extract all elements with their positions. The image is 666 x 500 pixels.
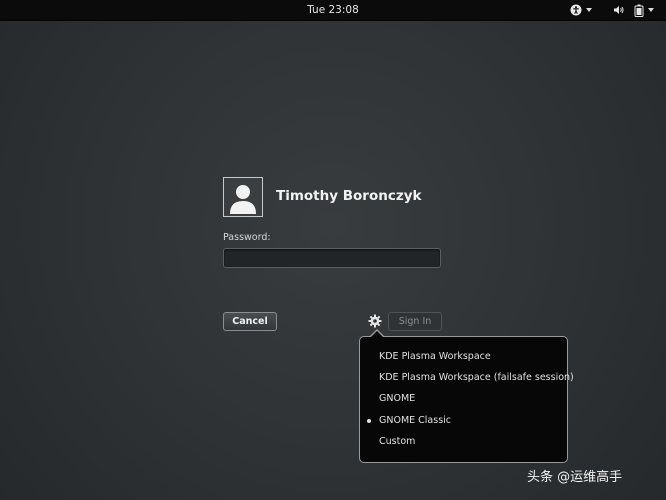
avatar (223, 177, 263, 217)
password-field[interactable] (223, 248, 441, 268)
user-name: Timothy Boronczyk (276, 188, 422, 204)
session-menu: KDE Plasma Workspace KDE Plasma Workspac… (359, 336, 574, 463)
watermark: 头条 @运维高手 (527, 470, 623, 485)
clock[interactable]: Tue 23:08 (0, 0, 666, 20)
battery-icon (634, 4, 644, 17)
settings-gear-icon[interactable] (368, 314, 382, 328)
menu-item-custom[interactable]: Custom (360, 433, 567, 451)
menu-item-gnome-classic[interactable]: GNOME Classic (360, 412, 567, 430)
cancel-button[interactable]: Cancel (223, 312, 277, 331)
system-menu[interactable] (613, 3, 654, 17)
accessibility-menu[interactable] (570, 3, 592, 17)
chevron-down-icon (648, 8, 654, 12)
user-avatar-icon (230, 185, 256, 214)
menu-item-kde-plasma-failsafe[interactable]: KDE Plasma Workspace (failsafe session) (360, 369, 574, 387)
password-label: Password: (223, 232, 271, 243)
top-bar: Tue 23:08 (0, 0, 666, 21)
chevron-down-icon (586, 8, 592, 12)
sign-in-button[interactable]: Sign In (388, 312, 442, 331)
selected-bullet-icon (367, 419, 371, 423)
menu-item-gnome[interactable]: GNOME (360, 390, 567, 408)
accessibility-icon (570, 4, 582, 16)
volume-icon (614, 6, 624, 14)
menu-item-kde-plasma[interactable]: KDE Plasma Workspace (360, 348, 567, 366)
menu-pointer-fill (371, 331, 383, 337)
